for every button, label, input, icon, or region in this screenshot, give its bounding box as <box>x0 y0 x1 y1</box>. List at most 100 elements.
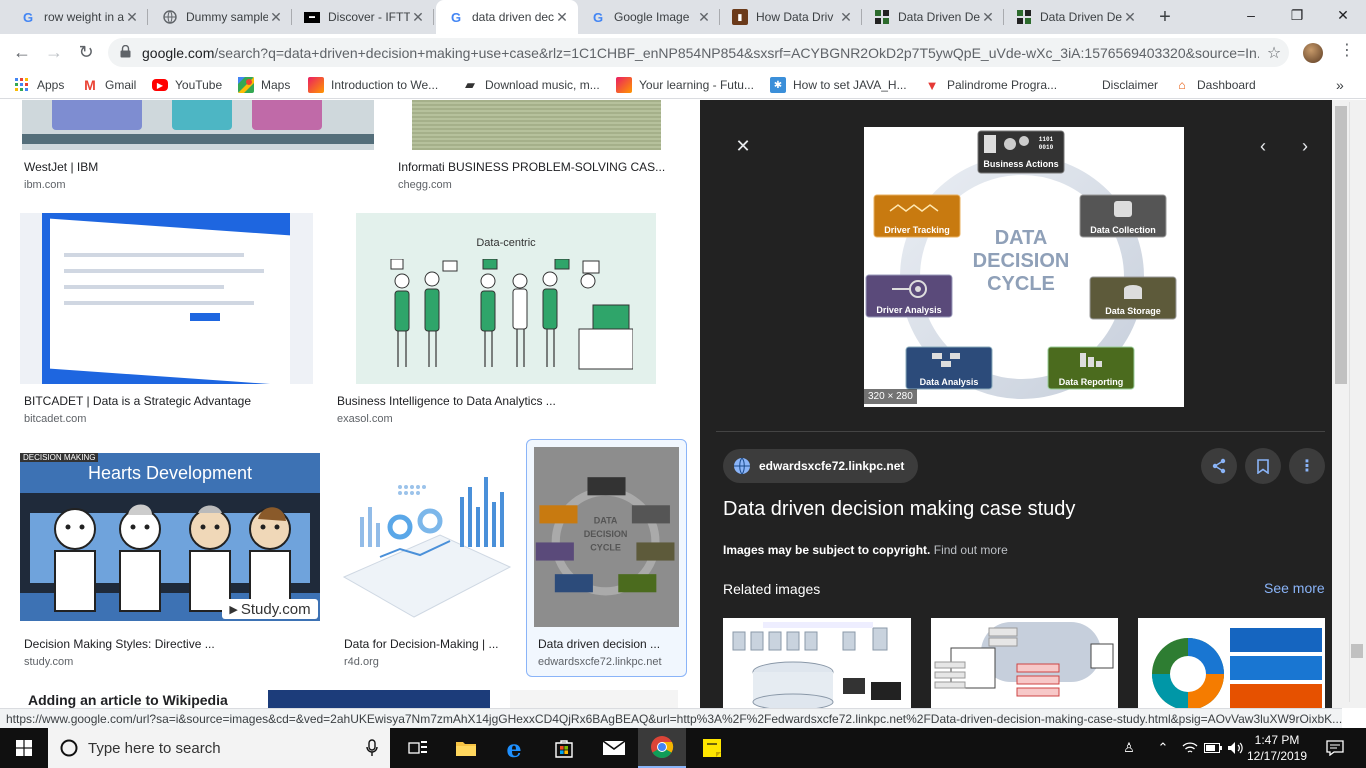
result-title[interactable]: Data driven decision ... <box>538 637 678 651</box>
battery-icon[interactable] <box>1202 728 1224 768</box>
dashboard-icon: ⌂ <box>1178 78 1186 92</box>
bookmark-dashboard[interactable]: ⌂ Dashboard <box>1174 76 1255 94</box>
new-tab-button[interactable]: + <box>1152 4 1178 30</box>
close-tab-icon[interactable]: ✕ <box>696 9 712 26</box>
bookmark-label: Maps <box>261 78 291 92</box>
bookmark-intro-web[interactable]: Introduction to We... <box>308 76 438 94</box>
chrome-taskbar-icon[interactable] <box>638 728 686 768</box>
forward-arrow-icon[interactable]: → <box>40 38 68 66</box>
close-tab-icon[interactable]: ✕ <box>554 9 570 26</box>
tab-2[interactable]: Dummy sample ✕ <box>150 0 292 34</box>
bookmark-label: Your learning - Futu... <box>639 78 754 92</box>
close-tab-icon[interactable]: ✕ <box>268 9 284 26</box>
bookmark-gmail[interactable]: M Gmail <box>82 76 136 94</box>
browser-menu-icon[interactable]: ⋮ <box>1339 40 1355 60</box>
reload-icon[interactable]: ↻ <box>72 38 100 66</box>
source-site-chip[interactable]: edwardsxcfe72.linkpc.net <box>723 449 919 483</box>
scrollbar-thumb[interactable] <box>1335 106 1347 384</box>
minimize-button[interactable]: – <box>1228 0 1274 30</box>
related-image-3[interactable] <box>1138 618 1325 708</box>
close-tab-icon[interactable]: ✕ <box>1122 9 1138 26</box>
node-data-reporting: Data Reporting <box>1047 346 1135 390</box>
bookmark-maps[interactable]: Maps <box>238 76 290 94</box>
previous-image-icon[interactable]: ‹ <box>1252 135 1274 157</box>
notifications-icon[interactable] <box>1318 728 1352 768</box>
tab-7[interactable]: Data Driven De ✕ <box>862 0 1004 34</box>
save-bookmark-icon[interactable] <box>1245 448 1281 484</box>
result-thumbnail-data-cycle[interactable]: DATA DECISION CYCLE <box>534 447 679 627</box>
see-more-link[interactable]: See more <box>1264 580 1325 596</box>
bookmark-download-music[interactable]: ▰ Download music, m... <box>462 76 600 94</box>
preview-title[interactable]: Data driven decision making case study <box>723 498 1075 521</box>
windows-start-icon[interactable] <box>0 728 48 768</box>
close-tab-icon[interactable]: ✕ <box>410 9 426 26</box>
bookmark-site-icon: ✱ <box>770 77 786 93</box>
bookmark-apps[interactable]: Apps <box>14 76 64 94</box>
result-thumbnail-chegg[interactable] <box>412 100 661 150</box>
close-panel-icon[interactable]: ✕ <box>732 135 754 157</box>
tab-4-active[interactable]: G data driven decisio ✕ <box>436 0 578 34</box>
close-tab-icon[interactable]: ✕ <box>838 9 854 26</box>
preview-image[interactable]: DATA DECISION CYCLE 1101 0010 Business Ac… <box>864 127 1184 407</box>
close-tab-icon[interactable]: ✕ <box>980 9 996 26</box>
result-thumbnail-exasol[interactable]: Data-centric <box>333 213 679 384</box>
address-bar[interactable]: google.com/search?q=data+driven+decision… <box>108 38 1289 67</box>
result-thumbnail-bitcadet[interactable] <box>20 213 313 384</box>
result-title[interactable]: Business Intelligence to Data Analytics … <box>337 394 667 408</box>
bookmark-disclaimer[interactable]: Disclaimer <box>1102 76 1158 94</box>
tab-8[interactable]: Data Driven De ✕ <box>1004 0 1146 34</box>
cycle-center-line-3: CYCLE <box>987 273 1055 295</box>
node-driver-tracking: Driver Tracking <box>873 194 961 238</box>
people-icon[interactable]: ♙ <box>1116 728 1142 768</box>
result-title[interactable]: Data for Decision-Making | ... <box>344 637 510 651</box>
result-thumbnail-r4d[interactable] <box>340 447 514 627</box>
result-thumbnail-next[interactable] <box>268 690 490 708</box>
tab-5[interactable]: G Google Image ✕ <box>578 0 720 34</box>
result-title[interactable]: BITCADET | Data is a Strategic Advantage <box>24 394 314 408</box>
next-image-icon[interactable]: › <box>1294 135 1316 157</box>
share-icon[interactable] <box>1201 448 1237 484</box>
file-explorer-icon[interactable] <box>442 728 490 768</box>
result-title[interactable]: Informati BUSINESS PROBLEM-SOLVING CAS..… <box>398 160 676 174</box>
network-icon[interactable] <box>1178 728 1202 768</box>
close-tab-icon[interactable]: ✕ <box>124 9 140 26</box>
result-title[interactable]: Decision Making Styles: Directive ... <box>24 637 320 651</box>
close-window-button[interactable]: ✕ <box>1320 0 1366 30</box>
store-icon[interactable] <box>540 728 588 768</box>
bookmark-java-home[interactable]: ✱ How to set JAVA_H... <box>770 76 907 94</box>
related-image-2[interactable] <box>931 618 1118 708</box>
clock[interactable]: 1:47 PM 12/17/2019 <box>1246 728 1308 768</box>
volume-icon[interactable] <box>1224 728 1246 768</box>
result-thumbnail-westjet[interactable] <box>22 100 374 150</box>
more-options-icon[interactable]: ⋮ <box>1289 448 1325 484</box>
taskbar-search-box[interactable]: Type here to search <box>48 728 390 768</box>
bookmark-futurelearn[interactable]: Your learning - Futu... <box>616 76 754 94</box>
mail-icon[interactable] <box>590 728 638 768</box>
result-thumbnail-study[interactable]: DECISION MAKING Hearts Development ▶ Stud… <box>20 453 320 621</box>
task-view-icon[interactable] <box>394 728 442 768</box>
page-scrollbar-thumb[interactable] <box>1351 644 1363 658</box>
node-label: Data Storage <box>1105 306 1161 316</box>
bookmarks-overflow-icon[interactable]: » <box>1336 76 1344 94</box>
microphone-icon[interactable] <box>366 739 378 761</box>
profile-avatar[interactable] <box>1303 43 1323 63</box>
related-image-1[interactable] <box>723 618 911 708</box>
panel-scrollbar[interactable] <box>1332 100 1366 708</box>
sticky-notes-icon[interactable] <box>688 728 736 768</box>
maximize-button[interactable]: ❐ <box>1274 0 1320 30</box>
bookmark-star-icon[interactable]: ☆ <box>1259 43 1289 63</box>
show-hidden-icons[interactable]: ⌃ <box>1152 728 1174 768</box>
bookmarks-bar: Apps M Gmail ▶ YouTube Maps Introduction t… <box>0 71 1366 99</box>
result-thumbnail-next-2[interactable] <box>510 690 678 708</box>
result-thumbnail-wikipedia[interactable]: Adding an article to Wikipedia <box>20 690 246 708</box>
bookmark-youtube[interactable]: ▶ YouTube <box>152 76 222 94</box>
tab-6[interactable]: ▮ How Data Driv ✕ <box>720 0 862 34</box>
tab-1[interactable]: G row weight in a ✕ <box>8 0 148 34</box>
bookmark-palindrome[interactable]: ▼ Palindrome Progra... <box>924 76 1058 94</box>
find-out-more-link[interactable]: Find out more <box>934 543 1008 557</box>
back-arrow-icon[interactable]: ← <box>8 38 36 66</box>
tab-3[interactable]: ▬ Discover - IFTTT ✕ <box>292 0 434 34</box>
result-title[interactable]: WestJet | IBM <box>24 160 364 174</box>
edge-icon[interactable]: e <box>490 728 538 768</box>
windows-taskbar: Type here to search e ♙ ⌃ 1:47 PM 12/17/… <box>0 728 1366 768</box>
